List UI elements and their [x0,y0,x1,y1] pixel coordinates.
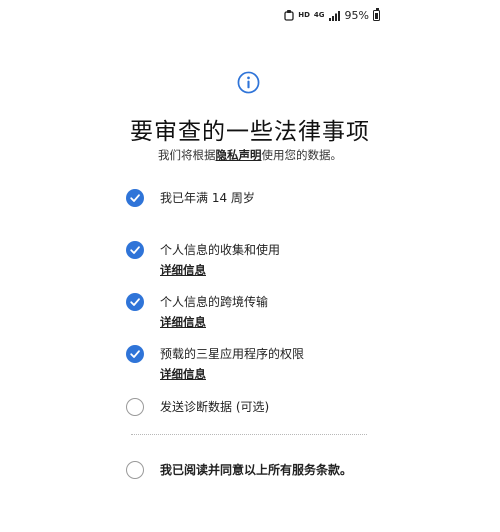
details-link[interactable]: 详细信息 [160,314,268,330]
notification-icon [284,9,294,21]
item-label: 预载的三星应用程序的权限 [160,347,305,361]
list-item-age[interactable]: 我已年满 14 周岁 [126,189,255,207]
unchecked-circle-icon[interactable] [126,398,144,416]
check-icon[interactable] [126,293,144,311]
subtitle-suffix: 使用您的数据。 [261,148,343,162]
privacy-notice-link[interactable]: 隐私声明 [216,148,262,162]
agree-all-item[interactable]: 我已阅读并同意以上所有服务条款。 [126,461,352,479]
item-label: 个人信息的收集和使用 [160,243,281,257]
page-subtitle: 我们将根据隐私声明使用您的数据。 [0,147,500,163]
item-label: 我已年满 14 周岁 [160,191,255,205]
divider [131,434,367,435]
status-bar: HD 4G 95% [284,6,380,24]
signal-icon [328,10,340,21]
list-item-transfer[interactable]: 个人信息的跨境传输 详细信息 [126,293,268,330]
list-item-diagnostics[interactable]: 发送诊断数据 (可选) [126,398,269,416]
battery-percent: 95% [344,8,369,22]
network-label: 4G [313,11,325,19]
info-icon [237,71,260,94]
hd-label: HD [298,11,310,19]
item-label: 发送诊断数据 (可选) [160,400,270,414]
check-icon[interactable] [126,241,144,259]
list-item-collection[interactable]: 个人信息的收集和使用 详细信息 [126,241,280,278]
list-item-permissions[interactable]: 预载的三星应用程序的权限 详细信息 [126,345,304,382]
item-label: 个人信息的跨境传输 [160,295,269,309]
page-title: 要审查的一些法律事项 [130,119,370,145]
check-icon[interactable] [126,345,144,363]
check-icon[interactable] [126,189,144,207]
battery-icon [373,7,380,21]
agree-all-label: 我已阅读并同意以上所有服务条款。 [160,463,353,477]
details-link[interactable]: 详细信息 [160,366,304,382]
details-link[interactable]: 详细信息 [160,262,280,278]
unchecked-circle-icon[interactable] [126,461,144,479]
subtitle-prefix: 我们将根据 [158,148,216,162]
